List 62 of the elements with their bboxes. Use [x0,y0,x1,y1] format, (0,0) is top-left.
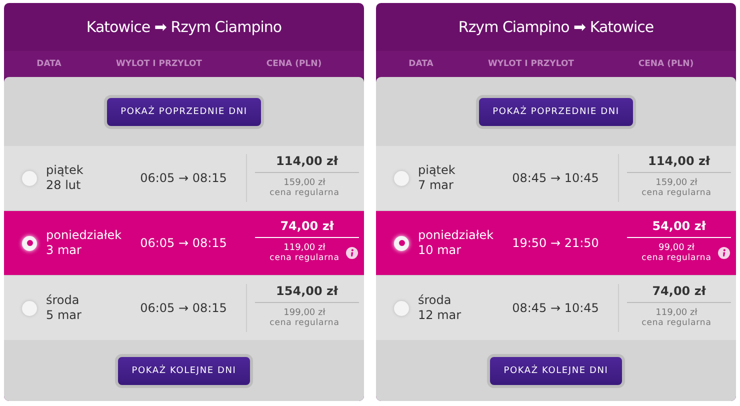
route-title: Katowice ➡ Rzym Ciampino [86,18,282,36]
price: 54,00 zł [627,219,731,238]
next-days-button[interactable]: POKAŻ KOLEJNE DNI [114,354,254,388]
regular-price: 99,00 zł [658,243,694,253]
regular-price-label: cena regularna [642,188,712,198]
flight-times: 19:50 → 21:50 [511,236,600,250]
day-name: środa [418,293,452,308]
regular-price: 119,00 zł [656,308,698,318]
radio-button[interactable] [394,300,409,316]
date-label: 28 lut [46,178,82,193]
flight-row[interactable]: poniedziałek 10 mar 19:50 → 21:50 54,00 zł 99,00 zł cena regularna [376,211,736,275]
regular-price-label: cena regularna [270,188,340,198]
next-days-button[interactable]: POKAŻ KOLEJNE DNI [486,354,626,388]
radio-button[interactable] [22,236,37,250]
column-header: DATA [36,59,62,69]
radio-button[interactable] [394,170,409,186]
regular-price-label: cena regularna [642,318,712,328]
date-label: 10 mar [418,243,462,258]
column-header: CENA (PLN) [265,59,323,69]
info-icon[interactable] [718,247,730,259]
route-title: Rzym Ciampino ➡ Katowice [458,18,654,36]
day-name: środa [46,293,80,308]
regular-price-label: cena regularna [270,318,340,328]
date-label: 3 mar [46,243,82,258]
regular-price: 159,00 zł [656,178,698,188]
price: 74,00 zł [255,219,359,238]
regular-price: 199,00 zł [284,308,326,318]
column-header: WYLOT I PRZYLOT [487,59,575,69]
date-label: 7 mar [418,178,454,193]
column-header: DATA [408,59,434,69]
day-name: piątek [46,163,84,178]
flight-times: 06:05 → 08:15 [139,171,228,185]
column-header: CENA (PLN) [637,59,695,69]
flight-times: 08:45 → 10:45 [511,301,600,315]
radio-button[interactable] [394,236,409,250]
flight-row[interactable]: piątek 28 lut 06:05 → 08:15 114,00 zł 159,00 zł cena regularna [4,146,364,210]
regular-price: 119,00 zł [284,243,326,253]
flight-row[interactable]: piątek 7 mar 08:45 → 10:45 114,00 zł 159,00 zł cena regularna [376,146,736,210]
date-label: 12 mar [418,308,462,323]
radio-button[interactable] [22,170,37,186]
price: 154,00 zł [255,284,359,303]
flight-times: 08:45 → 10:45 [511,171,600,185]
radio-button[interactable] [22,300,37,316]
regular-price-label: cena regularna [642,253,712,263]
regular-price-label: cena regularna [270,253,340,263]
price: 114,00 zł [627,154,731,173]
day-name: piątek [418,163,456,178]
previous-days-button[interactable]: POKAŻ POPRZEDNIE DNI [476,95,636,129]
day-name: poniedziałek [46,228,123,243]
flight-row[interactable]: środa 5 mar 06:05 → 08:15 154,00 zł 199,00 zł cena regularna [4,276,364,340]
column-header: WYLOT I PRZYLOT [115,59,203,69]
flight-times: 06:05 → 08:15 [139,301,228,315]
price: 74,00 zł [627,284,731,303]
day-name: poniedziałek [418,228,495,243]
price: 114,00 zł [255,154,359,173]
info-icon[interactable] [346,247,358,259]
flight-times: 06:05 → 08:15 [139,236,228,250]
date-label: 5 mar [46,308,82,323]
regular-price: 159,00 zł [284,178,326,188]
flight-row[interactable]: poniedziałek 3 mar 06:05 → 08:15 74,00 zł 119,00 zł cena regularna [4,211,364,275]
flight-row[interactable]: środa 12 mar 08:45 → 10:45 74,00 zł 119,00 zł cena regularna [376,276,736,340]
previous-days-button[interactable]: POKAŻ POPRZEDNIE DNI [104,95,264,129]
